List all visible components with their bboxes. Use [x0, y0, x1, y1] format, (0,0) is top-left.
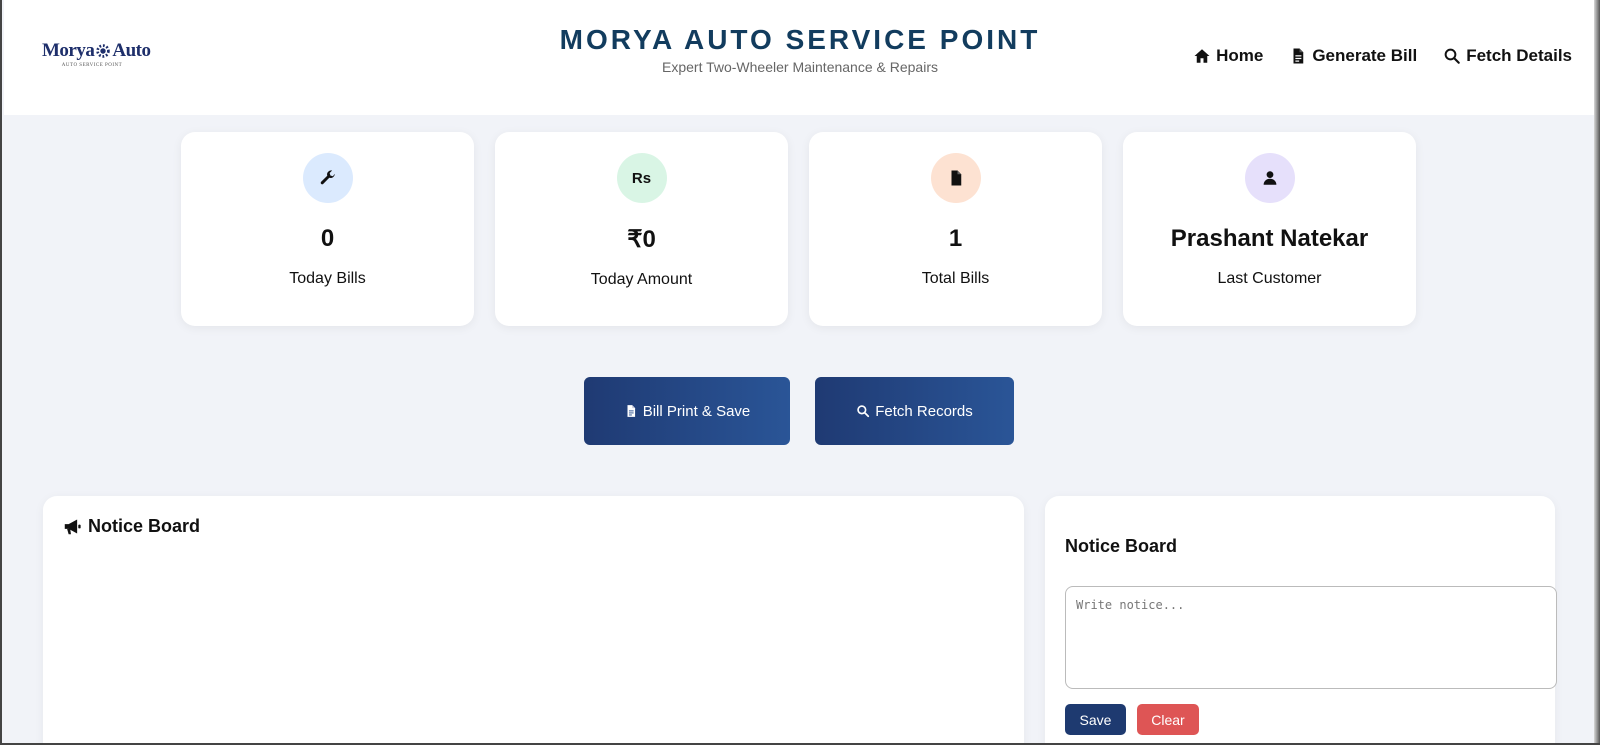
notice-board-editor: Notice Board Save Clear [1045, 496, 1557, 743]
header: Morya Auto AUTO SERVICE POINT MORYA AUTO… [4, 0, 1596, 115]
wrench-icon-shape [320, 170, 335, 185]
stat-card-today-bills: 0 Today Bills [181, 132, 474, 326]
stat-label: Today Amount [590, 271, 693, 288]
user-icon [1244, 153, 1295, 203]
notice-textarea[interactable] [1065, 586, 1557, 689]
stats-row: 0 Today Bills Rs ₹0 Today Amount 1 Total… [181, 132, 1416, 326]
stat-label: Today Bills [289, 270, 366, 287]
action-buttons: Bill Print & Save Fetch Records [584, 377, 1014, 445]
nav-fetch-details[interactable]: Fetch Details [1443, 46, 1572, 66]
nav-generate-bill-label: Generate Bill [1312, 46, 1418, 65]
stat-label: Last Customer [1217, 270, 1322, 287]
window-edge [1594, 0, 1600, 743]
stat-card-total-bills: 1 Total Bills [809, 132, 1102, 326]
user-icon-shape [1263, 171, 1276, 185]
nav-generate-bill[interactable]: Generate Bill [1289, 46, 1417, 66]
clear-button[interactable]: Clear [1137, 704, 1199, 735]
wrench-icon [302, 153, 353, 203]
notice-editor-title: Notice Board [1065, 536, 1178, 556]
bill-print-save-label: Bill Print & Save [642, 402, 751, 420]
rupee-icon-glyph: Rs [631, 169, 652, 187]
search-icon [1444, 48, 1460, 64]
file-icon-shape [951, 170, 961, 186]
file-icon [627, 405, 635, 417]
notice-board-title: Notice Board [88, 516, 201, 536]
stat-value: Prashant Natekar [1170, 225, 1369, 252]
nav-home[interactable]: Home [1193, 46, 1263, 66]
stat-label: Total Bills [921, 270, 990, 287]
fetch-records-label: Fetch Records [875, 402, 973, 420]
stat-value: 1 [948, 225, 963, 252]
notice-board-display: Notice Board [43, 496, 1024, 743]
stat-value: 0 [320, 225, 335, 252]
bill-print-save-button[interactable]: Bill Print & Save [584, 377, 790, 445]
file-icon [930, 153, 981, 203]
nav-home-label: Home [1216, 46, 1264, 65]
stat-card-today-amount: Rs ₹0 Today Amount [495, 132, 788, 326]
nav-fetch-details-label: Fetch Details [1466, 46, 1572, 65]
top-nav: Home Generate Bill Fetch Details [1193, 46, 1572, 66]
rupee-icon: Rs [616, 153, 667, 203]
home-icon [1194, 49, 1210, 63]
app-window: Morya Auto AUTO SERVICE POINT MORYA AUTO… [0, 0, 1600, 745]
stat-value: ₹0 [627, 226, 656, 253]
save-button[interactable]: Save [1065, 704, 1126, 735]
stat-card-last-customer: Prashant Natekar Last Customer [1123, 132, 1416, 326]
notice-board-heading: Notice Board [63, 516, 200, 537]
fetch-records-button[interactable]: Fetch Records [815, 377, 1014, 445]
file-icon [1293, 48, 1304, 64]
megaphone-icon [64, 519, 81, 535]
notice-editor-buttons: Save Clear [1065, 704, 1199, 735]
search-icon [857, 405, 870, 418]
